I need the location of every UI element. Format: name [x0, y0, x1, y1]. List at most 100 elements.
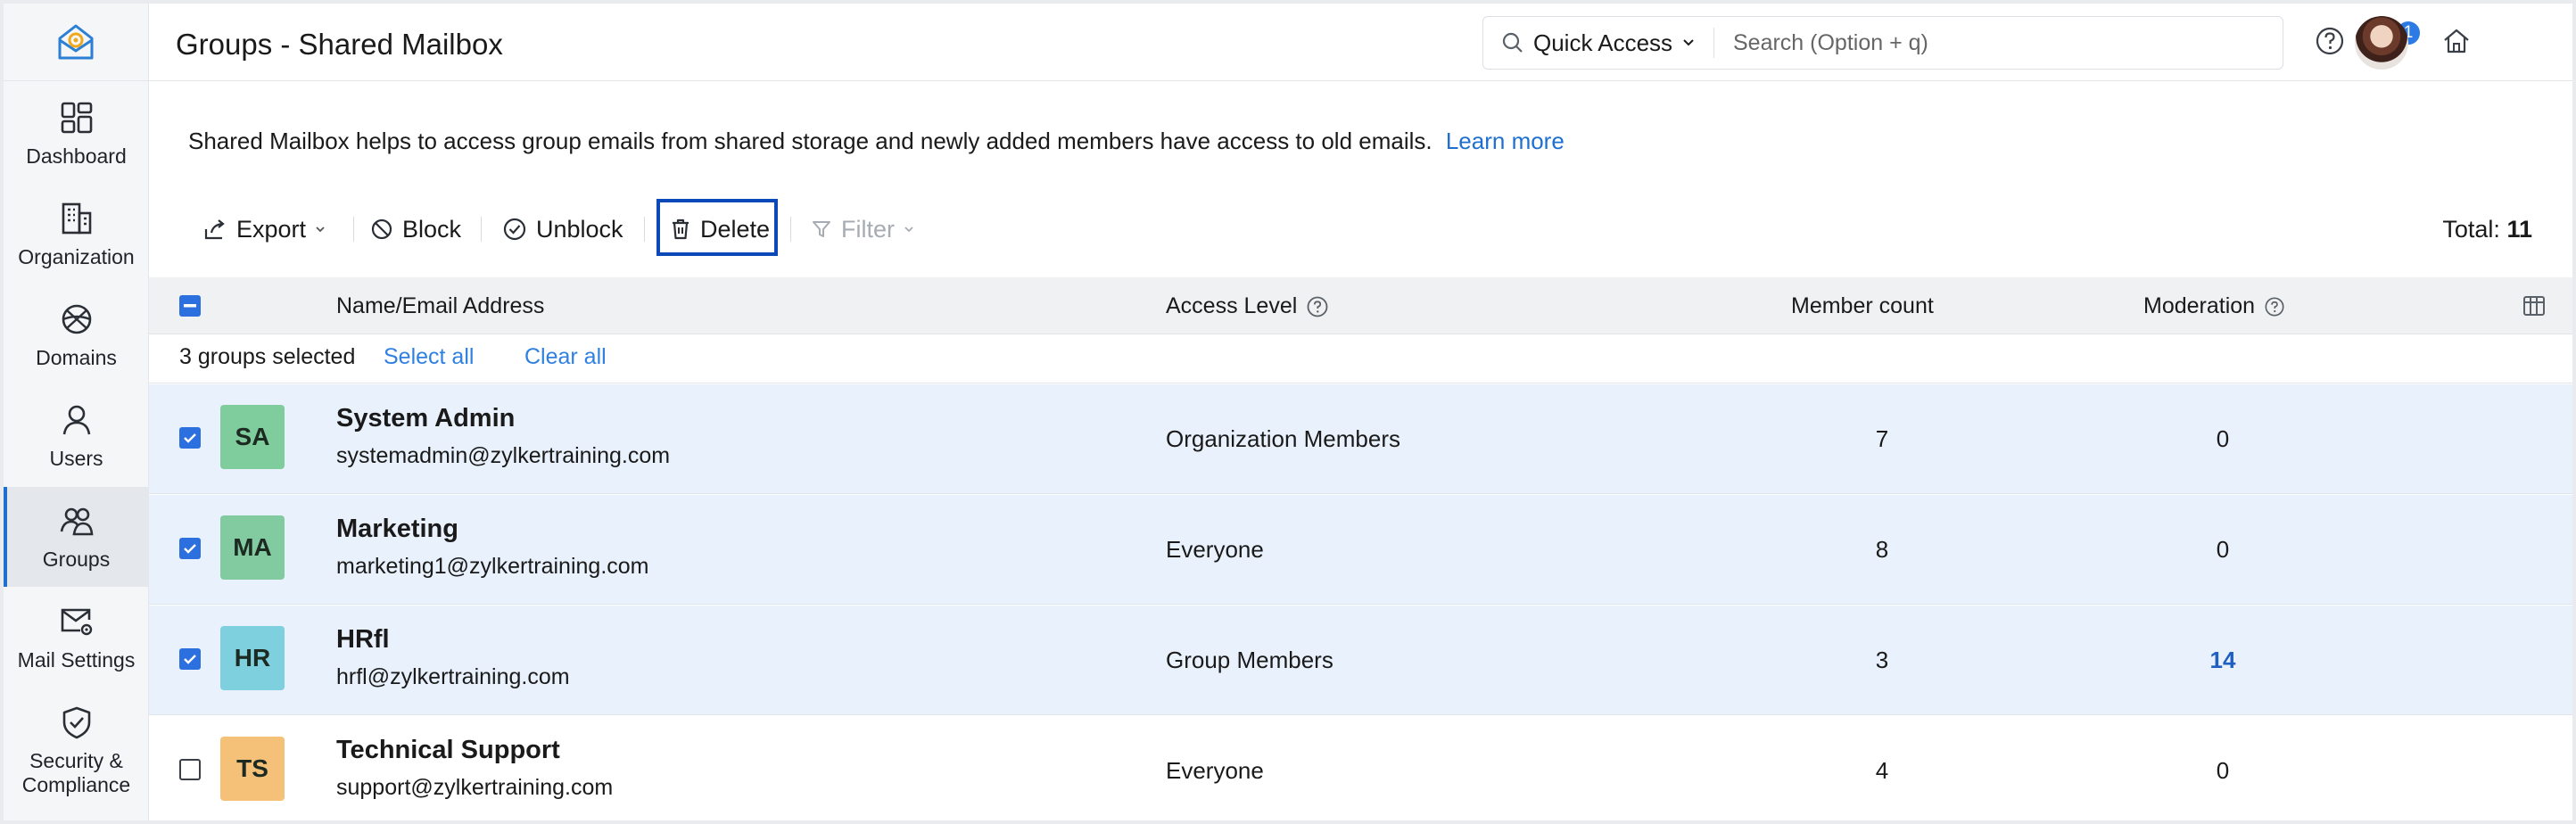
group-avatar: MA: [220, 515, 285, 580]
select-all-link[interactable]: Select all: [384, 344, 474, 370]
chevron-down-icon: [1683, 39, 1694, 46]
block-icon: [371, 218, 392, 240]
chevron-down-icon: [316, 227, 325, 233]
sidebar-item-mail-settings[interactable]: Mail Settings: [4, 588, 149, 688]
mail-settings-icon: [61, 608, 92, 635]
sidebar-item-domains[interactable]: Domains: [4, 285, 149, 385]
delete-button[interactable]: Delete: [670, 198, 770, 260]
user-icon: [62, 405, 90, 434]
help-icon[interactable]: [1306, 295, 1329, 318]
export-label: Export: [236, 215, 307, 243]
quick-access-label: Quick Access: [1533, 29, 1673, 56]
mail-admin-logo-icon: [58, 24, 94, 60]
sidebar-item-users[interactable]: Users: [4, 386, 149, 486]
member-count: 8: [1875, 536, 1889, 563]
block-button[interactable]: Block: [370, 198, 461, 260]
sidebar-item-label: Domains: [36, 345, 117, 369]
filter-button[interactable]: Filter: [811, 198, 914, 260]
moderation-count: 0: [2216, 425, 2230, 452]
row-checkbox[interactable]: [179, 648, 201, 670]
column-header-moderation[interactable]: Moderation: [2143, 293, 2285, 319]
column-header-access[interactable]: Access Level: [1166, 293, 1329, 319]
select-all-checkbox[interactable]: [179, 295, 201, 317]
checkmark-icon: [184, 544, 196, 554]
export-icon: [204, 219, 225, 240]
row-checkbox[interactable]: [179, 538, 201, 559]
table-header: Name/Email Address Access Level Member c…: [149, 277, 2572, 334]
total-count: Total: 11: [2442, 216, 2532, 243]
group-email: hrfl@zylkertraining.com: [336, 664, 570, 689]
column-header-name[interactable]: Name/Email Address: [336, 293, 544, 319]
dashboard-icon: [61, 102, 92, 133]
member-count: 4: [1875, 757, 1889, 784]
group-avatar: HR: [220, 626, 285, 690]
search-divider: [1713, 28, 1714, 58]
quick-access-dropdown[interactable]: Quick Access: [1501, 17, 1696, 69]
access-level: Everyone: [1166, 536, 1264, 563]
member-count: 7: [1875, 425, 1889, 452]
total-value: 11: [2506, 216, 2532, 243]
home-icon[interactable]: [2440, 24, 2473, 58]
search-bar: Quick Access: [1482, 16, 2283, 70]
learn-more-link[interactable]: Learn more: [1446, 128, 1565, 154]
info-text: Shared Mailbox helps to access group ema…: [188, 128, 1432, 154]
column-label: Member count: [1791, 293, 1934, 318]
group-email: marketing1@zylkertraining.com: [336, 554, 649, 579]
page-title: Groups - Shared Mailbox: [176, 28, 503, 61]
group-email: support@zylkertraining.com: [336, 775, 614, 800]
row-checkbox[interactable]: [179, 427, 201, 449]
clear-all-link[interactable]: Clear all: [524, 344, 607, 370]
table-row[interactable]: TS Technical Support support@zylkertrain…: [149, 716, 2572, 820]
column-header-member-count[interactable]: Member count: [1791, 293, 1934, 319]
column-settings-icon[interactable]: [2522, 293, 2547, 318]
sidebar-item-security[interactable]: Security & Compliance: [4, 688, 149, 813]
shield-icon: [62, 706, 90, 739]
table-row[interactable]: HR HRfl hrfl@zylkertraining.com Group Me…: [149, 606, 2572, 715]
sidebar-item-dashboard[interactable]: Dashboard: [4, 84, 149, 184]
moderation-count-link[interactable]: 14: [2196, 647, 2250, 674]
group-name[interactable]: System Admin: [336, 404, 515, 433]
table-row[interactable]: MA Marketing marketing1@zylkertraining.c…: [149, 495, 2572, 605]
group-name[interactable]: HRfl: [336, 625, 390, 655]
unblock-label: Unblock: [536, 215, 623, 243]
building-icon: [62, 202, 91, 234]
sidebar-item-organization[interactable]: Organization: [4, 185, 149, 284]
sidebar-item-label: Organization: [18, 244, 135, 268]
table-row[interactable]: SA System Admin systemadmin@zylkertraini…: [149, 384, 2572, 494]
toolbar-divider: [353, 217, 354, 242]
column-label: Moderation: [2143, 293, 2256, 318]
selection-count: 3 groups selected: [179, 344, 356, 369]
check-circle-icon: [503, 218, 526, 241]
groups-icon: [60, 507, 93, 535]
sidebar-item-groups[interactable]: Groups: [4, 487, 149, 587]
info-banner: Shared Mailbox helps to access group ema…: [188, 128, 1565, 155]
chevron-down-icon: [904, 227, 913, 233]
app-logo[interactable]: [4, 4, 148, 81]
filter-icon: [813, 221, 830, 237]
checkmark-icon: [184, 433, 196, 443]
column-label: Name/Email Address: [336, 293, 545, 318]
member-count: 3: [1875, 647, 1889, 673]
moderation-count: 0: [2216, 536, 2230, 563]
group-name[interactable]: Technical Support: [336, 736, 560, 765]
help-icon[interactable]: [2264, 296, 2285, 317]
moderation-count: 0: [2216, 757, 2230, 784]
top-header: Groups - Shared Mailbox Quick Access Sea…: [149, 4, 2572, 81]
sidebar-item-label: Dashboard: [26, 144, 127, 168]
sidebar: Dashboard Organization Domains Users Gro…: [4, 4, 149, 820]
search-input[interactable]: [1733, 24, 2259, 62]
group-name[interactable]: Marketing: [336, 515, 458, 544]
unblock-button[interactable]: Unblock: [502, 198, 623, 260]
trash-icon: [673, 218, 689, 240]
sidebar-item-label: Security & Compliance: [21, 749, 131, 796]
delete-label: Delete: [700, 215, 771, 243]
export-button[interactable]: Export: [202, 198, 326, 260]
user-avatar[interactable]: [2355, 16, 2408, 70]
toolbar-divider: [481, 217, 482, 242]
row-checkbox[interactable]: [179, 759, 201, 780]
sidebar-item-label: Groups: [42, 547, 111, 571]
help-icon[interactable]: [2313, 24, 2347, 58]
minus-icon: [184, 304, 196, 308]
selection-bar: 3 groups selected Select all Clear all: [149, 334, 2572, 383]
toolbar-divider: [644, 217, 645, 242]
